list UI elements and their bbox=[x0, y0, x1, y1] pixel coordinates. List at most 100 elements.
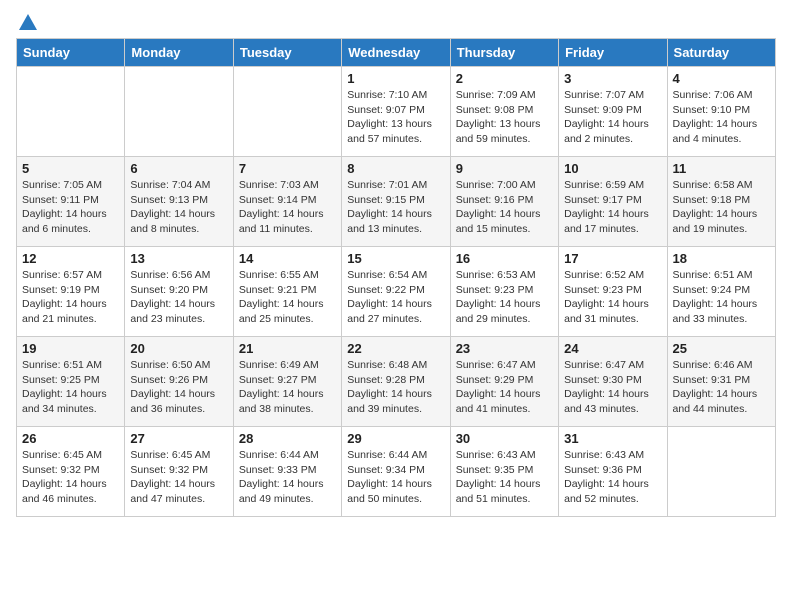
day-cell: 9 Sunrise: 7:00 AMSunset: 9:16 PMDaylight… bbox=[450, 157, 558, 247]
day-cell: 2 Sunrise: 7:09 AMSunset: 9:08 PMDaylight… bbox=[450, 67, 558, 157]
day-number: 11 bbox=[673, 161, 770, 176]
weekday-header-row: SundayMondayTuesdayWednesdayThursdayFrid… bbox=[17, 39, 776, 67]
day-number: 28 bbox=[239, 431, 336, 446]
day-info: Sunrise: 6:46 AMSunset: 9:31 PMDaylight:… bbox=[673, 358, 770, 417]
day-info: Sunrise: 6:43 AMSunset: 9:35 PMDaylight:… bbox=[456, 448, 553, 507]
day-cell: 25 Sunrise: 6:46 AMSunset: 9:31 PMDayligh… bbox=[667, 337, 775, 427]
day-number: 29 bbox=[347, 431, 444, 446]
day-info: Sunrise: 6:53 AMSunset: 9:23 PMDaylight:… bbox=[456, 268, 553, 327]
day-number: 6 bbox=[130, 161, 227, 176]
weekday-header-thursday: Thursday bbox=[450, 39, 558, 67]
day-info: Sunrise: 6:44 AMSunset: 9:33 PMDaylight:… bbox=[239, 448, 336, 507]
day-info: Sunrise: 6:44 AMSunset: 9:34 PMDaylight:… bbox=[347, 448, 444, 507]
day-number: 10 bbox=[564, 161, 661, 176]
day-cell: 29 Sunrise: 6:44 AMSunset: 9:34 PMDayligh… bbox=[342, 427, 450, 517]
day-cell: 22 Sunrise: 6:48 AMSunset: 9:28 PMDayligh… bbox=[342, 337, 450, 427]
weekday-header-saturday: Saturday bbox=[667, 39, 775, 67]
day-number: 25 bbox=[673, 341, 770, 356]
logo bbox=[16, 16, 39, 30]
day-cell: 15 Sunrise: 6:54 AMSunset: 9:22 PMDayligh… bbox=[342, 247, 450, 337]
day-info: Sunrise: 7:07 AMSunset: 9:09 PMDaylight:… bbox=[564, 88, 661, 147]
day-info: Sunrise: 6:52 AMSunset: 9:23 PMDaylight:… bbox=[564, 268, 661, 327]
day-number: 31 bbox=[564, 431, 661, 446]
day-info: Sunrise: 6:45 AMSunset: 9:32 PMDaylight:… bbox=[22, 448, 119, 507]
day-cell: 20 Sunrise: 6:50 AMSunset: 9:26 PMDayligh… bbox=[125, 337, 233, 427]
calendar-table: SundayMondayTuesdayWednesdayThursdayFrid… bbox=[16, 38, 776, 517]
day-cell: 6Sunrise: 7:04 AMSunset: 9:13 PMDaylight… bbox=[125, 157, 233, 247]
day-info: Sunrise: 7:00 AMSunset: 9:16 PMDaylight:… bbox=[456, 178, 553, 237]
weekday-header-monday: Monday bbox=[125, 39, 233, 67]
day-cell: 10 Sunrise: 6:59 AMSunset: 9:17 PMDayligh… bbox=[559, 157, 667, 247]
day-info: Sunrise: 6:49 AMSunset: 9:27 PMDaylight:… bbox=[239, 358, 336, 417]
day-number: 30 bbox=[456, 431, 553, 446]
page-header bbox=[16, 16, 776, 30]
day-number: 4 bbox=[673, 71, 770, 86]
day-number: 26 bbox=[22, 431, 119, 446]
day-number: 8 bbox=[347, 161, 444, 176]
day-info: Sunrise: 6:51 AMSunset: 9:24 PMDaylight:… bbox=[673, 268, 770, 327]
day-info: Sunrise: 6:45 AMSunset: 9:32 PMDaylight:… bbox=[130, 448, 227, 507]
day-cell bbox=[667, 427, 775, 517]
day-number: 22 bbox=[347, 341, 444, 356]
day-cell: 3Sunrise: 7:07 AMSunset: 9:09 PMDaylight… bbox=[559, 67, 667, 157]
day-number: 17 bbox=[564, 251, 661, 266]
day-info: Sunrise: 6:50 AMSunset: 9:26 PMDaylight:… bbox=[130, 358, 227, 417]
day-cell: 13 Sunrise: 6:56 AMSunset: 9:20 PMDayligh… bbox=[125, 247, 233, 337]
week-row-2: 5 Sunrise: 7:05 AMSunset: 9:11 PMDaylight… bbox=[17, 157, 776, 247]
day-cell: 1Sunrise: 7:10 AMSunset: 9:07 PMDaylight… bbox=[342, 67, 450, 157]
day-number: 7 bbox=[239, 161, 336, 176]
day-cell: 11 Sunrise: 6:58 AMSunset: 9:18 PMDayligh… bbox=[667, 157, 775, 247]
weekday-header-friday: Friday bbox=[559, 39, 667, 67]
day-number: 15 bbox=[347, 251, 444, 266]
day-number: 27 bbox=[130, 431, 227, 446]
day-cell: 7Sunrise: 7:03 AMSunset: 9:14 PMDaylight… bbox=[233, 157, 341, 247]
day-cell: 18Sunrise: 6:51 AMSunset: 9:24 PMDayligh… bbox=[667, 247, 775, 337]
day-number: 16 bbox=[456, 251, 553, 266]
day-info: Sunrise: 7:05 AMSunset: 9:11 PMDaylight:… bbox=[22, 178, 119, 237]
day-cell: 4 Sunrise: 7:06 AMSunset: 9:10 PMDaylight… bbox=[667, 67, 775, 157]
day-cell: 12 Sunrise: 6:57 AMSunset: 9:19 PMDayligh… bbox=[17, 247, 125, 337]
day-info: Sunrise: 6:48 AMSunset: 9:28 PMDaylight:… bbox=[347, 358, 444, 417]
day-info: Sunrise: 6:59 AMSunset: 9:17 PMDaylight:… bbox=[564, 178, 661, 237]
day-info: Sunrise: 6:47 AMSunset: 9:29 PMDaylight:… bbox=[456, 358, 553, 417]
day-info: Sunrise: 6:43 AMSunset: 9:36 PMDaylight:… bbox=[564, 448, 661, 507]
day-cell bbox=[17, 67, 125, 157]
day-number: 5 bbox=[22, 161, 119, 176]
day-info: Sunrise: 6:57 AMSunset: 9:19 PMDaylight:… bbox=[22, 268, 119, 327]
day-info: Sunrise: 7:06 AMSunset: 9:10 PMDaylight:… bbox=[673, 88, 770, 147]
day-cell: 19Sunrise: 6:51 AMSunset: 9:25 PMDayligh… bbox=[17, 337, 125, 427]
day-number: 12 bbox=[22, 251, 119, 266]
day-cell: 14Sunrise: 6:55 AMSunset: 9:21 PMDayligh… bbox=[233, 247, 341, 337]
day-cell: 26 Sunrise: 6:45 AMSunset: 9:32 PMDayligh… bbox=[17, 427, 125, 517]
week-row-4: 19Sunrise: 6:51 AMSunset: 9:25 PMDayligh… bbox=[17, 337, 776, 427]
day-info: Sunrise: 6:54 AMSunset: 9:22 PMDaylight:… bbox=[347, 268, 444, 327]
day-info: Sunrise: 7:01 AMSunset: 9:15 PMDaylight:… bbox=[347, 178, 444, 237]
day-cell: 30 Sunrise: 6:43 AMSunset: 9:35 PMDayligh… bbox=[450, 427, 558, 517]
day-cell: 23 Sunrise: 6:47 AMSunset: 9:29 PMDayligh… bbox=[450, 337, 558, 427]
week-row-1: 1Sunrise: 7:10 AMSunset: 9:07 PMDaylight… bbox=[17, 67, 776, 157]
weekday-header-sunday: Sunday bbox=[17, 39, 125, 67]
day-cell: 27 Sunrise: 6:45 AMSunset: 9:32 PMDayligh… bbox=[125, 427, 233, 517]
day-number: 20 bbox=[130, 341, 227, 356]
weekday-header-tuesday: Tuesday bbox=[233, 39, 341, 67]
day-number: 14 bbox=[239, 251, 336, 266]
day-cell bbox=[233, 67, 341, 157]
day-number: 24 bbox=[564, 341, 661, 356]
week-row-5: 26 Sunrise: 6:45 AMSunset: 9:32 PMDayligh… bbox=[17, 427, 776, 517]
day-cell: 21 Sunrise: 6:49 AMSunset: 9:27 PMDayligh… bbox=[233, 337, 341, 427]
day-info: Sunrise: 7:09 AMSunset: 9:08 PMDaylight:… bbox=[456, 88, 553, 147]
day-cell: 17 Sunrise: 6:52 AMSunset: 9:23 PMDayligh… bbox=[559, 247, 667, 337]
day-cell: 16 Sunrise: 6:53 AMSunset: 9:23 PMDayligh… bbox=[450, 247, 558, 337]
logo-icon bbox=[17, 12, 39, 34]
day-cell: 31 Sunrise: 6:43 AMSunset: 9:36 PMDayligh… bbox=[559, 427, 667, 517]
day-number: 9 bbox=[456, 161, 553, 176]
day-number: 23 bbox=[456, 341, 553, 356]
day-number: 13 bbox=[130, 251, 227, 266]
day-number: 21 bbox=[239, 341, 336, 356]
day-info: Sunrise: 6:56 AMSunset: 9:20 PMDaylight:… bbox=[130, 268, 227, 327]
day-number: 19 bbox=[22, 341, 119, 356]
day-info: Sunrise: 6:58 AMSunset: 9:18 PMDaylight:… bbox=[673, 178, 770, 237]
day-cell bbox=[125, 67, 233, 157]
day-number: 2 bbox=[456, 71, 553, 86]
weekday-header-wednesday: Wednesday bbox=[342, 39, 450, 67]
